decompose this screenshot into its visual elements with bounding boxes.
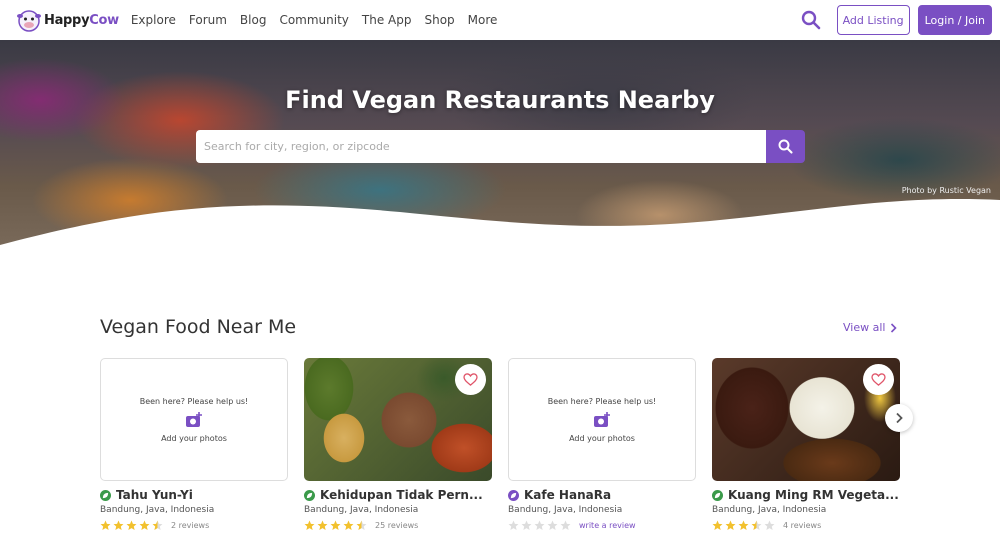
restaurant-title[interactable]: Kuang Ming RM Vegeta...	[712, 488, 900, 502]
carousel-next-button[interactable]	[885, 404, 913, 432]
photo-prompt: Been here? Please help us!	[547, 396, 657, 406]
location-search-input[interactable]	[196, 130, 766, 163]
restaurant-title[interactable]: Kafe HanaRa	[508, 488, 696, 502]
card-photo-placeholder[interactable]: Been here? Please help us! Add your phot…	[508, 358, 696, 481]
restaurant-location: Bandung, Java, Indonesia	[712, 505, 827, 515]
favorite-heart-icon[interactable]	[863, 364, 894, 395]
star-icon	[317, 520, 328, 531]
star-icon	[764, 520, 775, 531]
view-all-label: View all	[843, 321, 886, 334]
hero-search-button[interactable]	[766, 130, 805, 163]
restaurant-location: Bandung, Java, Indonesia	[304, 505, 419, 515]
star-icon	[712, 520, 723, 531]
star-icon	[126, 520, 137, 531]
photo-prompt: Been here? Please help us!	[139, 396, 249, 406]
restaurant-card[interactable]: Been here? Please help us! Add your phot…	[508, 358, 696, 531]
nav-more[interactable]: More	[468, 13, 498, 27]
star-rating	[304, 520, 369, 531]
star-icon	[139, 520, 150, 531]
add-photos-link[interactable]: Add your photos	[161, 434, 227, 443]
cow-logo-icon	[17, 10, 41, 32]
star-icon	[534, 520, 545, 531]
search-icon	[778, 139, 793, 154]
star-icon	[152, 520, 163, 531]
hero-search	[196, 130, 805, 163]
add-photo-icon	[594, 411, 610, 427]
star-icon	[304, 520, 315, 531]
top-header: HappyCow Explore Forum Blog Community Th…	[0, 0, 1000, 40]
star-icon	[751, 520, 762, 531]
review-count[interactable]: 2 reviews	[171, 521, 209, 530]
logo-text: HappyCow	[44, 13, 119, 28]
card-photo-placeholder[interactable]: Been here? Please help us! Add your phot…	[100, 358, 288, 481]
card-photo[interactable]	[304, 358, 492, 481]
rating-row: 25 reviews	[304, 520, 492, 531]
rating-row: 2 reviews	[100, 520, 288, 531]
hero-wave-divider	[0, 199, 1000, 250]
restaurant-name: Kehidupan Tidak Pern...	[320, 488, 483, 502]
chevron-right-icon	[891, 322, 898, 333]
star-icon	[521, 520, 532, 531]
card-photo[interactable]	[712, 358, 900, 481]
restaurant-title[interactable]: Tahu Yun-Yi	[100, 488, 288, 502]
star-icon	[560, 520, 571, 531]
restaurant-name: Tahu Yun-Yi	[116, 488, 193, 502]
review-count[interactable]: 4 reviews	[783, 521, 821, 530]
star-rating	[100, 520, 165, 531]
add-listing-button[interactable]: Add Listing	[836, 5, 910, 35]
nav-forum[interactable]: Forum	[189, 13, 227, 27]
restaurant-card[interactable]: Kehidupan Tidak Pern... Bandung, Java, I…	[304, 358, 492, 531]
vegan-leaf-icon	[712, 489, 723, 501]
restaurant-location: Bandung, Java, Indonesia	[508, 505, 623, 515]
restaurant-title[interactable]: Kehidupan Tidak Pern...	[304, 488, 492, 502]
add-photo-icon	[186, 411, 202, 427]
logo-text-part2: Cow	[89, 12, 119, 28]
vegan-leaf-icon	[304, 489, 315, 501]
restaurant-location: Bandung, Java, Indonesia	[100, 505, 215, 515]
star-rating	[508, 520, 573, 531]
nav-the-app[interactable]: The App	[362, 13, 412, 27]
restaurant-name: Kafe HanaRa	[524, 488, 612, 502]
nav-explore[interactable]: Explore	[131, 13, 176, 27]
star-icon	[113, 520, 124, 531]
section-title: Vegan Food Near Me	[100, 316, 297, 338]
star-icon	[725, 520, 736, 531]
header-actions: Add Listing Login / Join	[799, 5, 992, 35]
restaurant-name: Kuang Ming RM Vegeta...	[728, 488, 899, 502]
logo-text-part1: Happy	[44, 12, 90, 28]
login-join-button[interactable]: Login / Join	[917, 5, 992, 35]
star-icon	[343, 520, 354, 531]
star-icon	[738, 520, 749, 531]
main-nav: Explore Forum Blog Community The App Sho…	[131, 13, 511, 27]
hero-banner: Find Vegan Restaurants Nearby Photo by R…	[0, 40, 1000, 250]
star-rating	[712, 520, 777, 531]
hero-title: Find Vegan Restaurants Nearby	[285, 86, 715, 114]
vegan-leaf-icon	[508, 489, 519, 501]
star-icon	[547, 520, 558, 531]
star-icon	[508, 520, 519, 531]
add-photos-link[interactable]: Add your photos	[569, 434, 635, 443]
rating-row: 4 reviews	[712, 520, 900, 531]
write-review-link[interactable]: write a review	[579, 521, 636, 530]
nav-blog[interactable]: Blog	[240, 13, 267, 27]
logo[interactable]: HappyCow	[16, 0, 119, 40]
nav-shop[interactable]: Shop	[424, 13, 454, 27]
star-icon	[100, 520, 111, 531]
nav-community[interactable]: Community	[279, 13, 348, 27]
view-all-link[interactable]: View all	[843, 321, 898, 334]
favorite-heart-icon[interactable]	[455, 364, 486, 395]
restaurant-card[interactable]: Kuang Ming RM Vegeta... Bandung, Java, I…	[712, 358, 900, 531]
star-icon	[330, 520, 341, 531]
vegan-leaf-icon	[100, 489, 111, 501]
search-icon[interactable]	[799, 8, 823, 32]
star-icon	[356, 520, 367, 531]
restaurant-card[interactable]: Been here? Please help us! Add your phot…	[100, 358, 288, 531]
chevron-right-icon	[896, 412, 903, 424]
review-count[interactable]: 25 reviews	[375, 521, 418, 530]
rating-row: write a review	[508, 520, 696, 531]
